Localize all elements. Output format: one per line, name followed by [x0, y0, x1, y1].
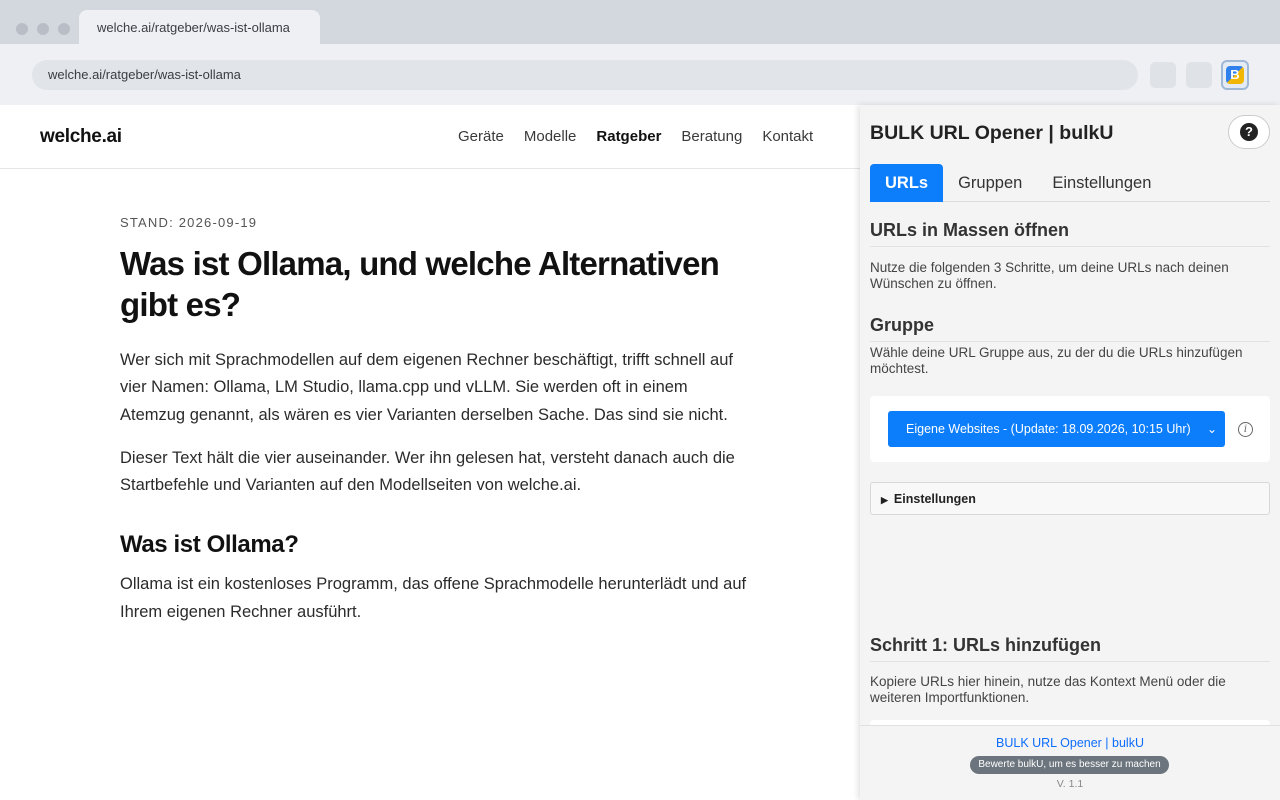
section-text-urls: Nutze die folgenden 3 Schritte, um deine…: [870, 260, 1229, 291]
help-button[interactable]: ?: [1228, 115, 1270, 149]
nav-item-geraete[interactable]: Geräte: [458, 128, 504, 145]
window-controls: [16, 23, 70, 35]
bulku-logo-icon: B: [1226, 66, 1244, 84]
rate-button[interactable]: Bewerte bulkU, um es besser zu machen: [970, 756, 1169, 774]
panel-title: BULK URL Opener | bulkU: [870, 122, 1114, 144]
site-logo[interactable]: welche.ai: [40, 126, 122, 148]
toolbar-button-1[interactable]: [1150, 62, 1176, 88]
tab-gruppen[interactable]: Gruppen: [943, 164, 1037, 202]
toolbar-button-2[interactable]: [1186, 62, 1212, 88]
panel-tabs: URLs Gruppen Einstellungen: [870, 164, 1270, 202]
browser-tab[interactable]: welche.ai/ratgeber/was-ist-ollama: [79, 10, 320, 44]
question-icon: ?: [1240, 123, 1258, 141]
bulku-side-panel: BULK URL Opener | bulkU ? URLs Gruppen E…: [860, 105, 1280, 800]
close-window-button[interactable]: [16, 23, 28, 35]
info-icon[interactable]: i: [1238, 422, 1253, 437]
group-select[interactable]: Eigene Websites - (Update: 18.09.2026, 1…: [888, 411, 1225, 447]
bulku-extension-button[interactable]: B: [1221, 60, 1249, 90]
section-text-gruppe: Wähle deine URL Gruppe aus, zu der du di…: [870, 345, 1243, 376]
version-label: V. 1.1: [1056, 778, 1084, 790]
tab-urls[interactable]: URLs: [870, 164, 944, 202]
browser-toolbar: welche.ai/ratgeber/was-ist-ollama B: [0, 44, 1280, 105]
article-paragraph-3: Ollama ist ein kostenloses Programm, das…: [120, 575, 747, 621]
section-text-step1: Kopiere URLs hier hinein, nutze das Kont…: [870, 674, 1226, 705]
section-heading-step1: Schritt 1: URLs hinzufügen: [870, 635, 1101, 655]
footer-link[interactable]: BULK URL Opener | bulkU: [860, 736, 1280, 750]
nav-item-beratung[interactable]: Beratung: [681, 128, 742, 145]
group-card: Eigene Websites - (Update: 18.09.2026, 1…: [870, 396, 1270, 462]
section-heading-gruppe: Gruppe: [870, 315, 935, 335]
triangle-right-icon: ▶: [881, 495, 888, 505]
minimize-window-button[interactable]: [37, 23, 49, 35]
article-subheading: Was ist Ollama?: [120, 531, 299, 559]
divider: [870, 341, 1270, 342]
site-header: welche.ai Geräte Modelle Ratgeber Beratu…: [0, 105, 860, 169]
chevron-down-icon: ⌄: [1206, 422, 1217, 436]
nav-item-ratgeber[interactable]: Ratgeber: [596, 128, 661, 145]
nav-item-modelle[interactable]: Modelle: [524, 128, 577, 145]
panel-footer: BULK URL Opener | bulkU Bewerte bulkU, u…: [860, 725, 1280, 800]
article: STAND: 2026-09-19 Was ist Ollama, und we…: [120, 215, 750, 642]
panel-content[interactable]: URLs in Massen öffnen Nutze die folgende…: [860, 202, 1280, 725]
section-heading-urls: URLs in Massen öffnen: [870, 220, 1070, 240]
maximize-window-button[interactable]: [58, 23, 70, 35]
site-nav: Geräte Modelle Ratgeber Beratung Kontakt: [458, 128, 813, 145]
settings-disclosure-label: Einstellungen: [893, 492, 976, 506]
article-title: Was ist Ollama, und welche Alternativen …: [120, 245, 720, 323]
browser-tab-bar: welche.ai/ratgeber/was-ist-ollama: [0, 0, 1280, 44]
group-select-value: Eigene Websites - (Update: 18.09.2026, 1…: [906, 422, 1191, 436]
article-paragraph-1: Wer sich mit Sprachmodellen auf dem eige…: [120, 351, 733, 424]
article-date: STAND: 2026-09-19: [120, 215, 258, 230]
tab-einstellungen[interactable]: Einstellungen: [1037, 164, 1166, 202]
divider: [870, 246, 1270, 247]
settings-disclosure[interactable]: ▶ Einstellungen: [870, 482, 1270, 515]
divider: [870, 661, 1270, 662]
address-bar[interactable]: welche.ai/ratgeber/was-ist-ollama: [32, 60, 1138, 90]
article-paragraph-2: Dieser Text hält die vier auseinander. W…: [120, 448, 735, 495]
nav-item-kontakt[interactable]: Kontakt: [762, 128, 813, 145]
